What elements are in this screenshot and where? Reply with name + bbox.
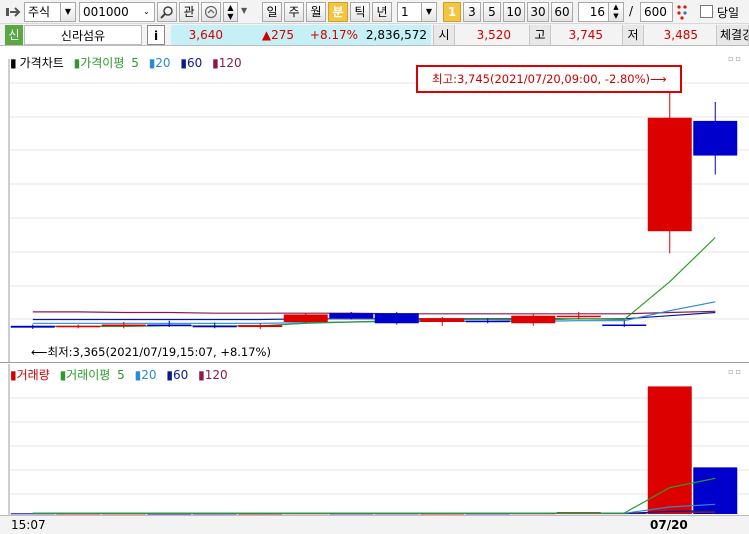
minute-1-button[interactable]: 1 bbox=[443, 2, 461, 22]
period-minute-button[interactable]: 분 bbox=[328, 2, 348, 22]
candle-body-0 bbox=[10, 325, 55, 328]
time-axis-start: 15:07 bbox=[11, 518, 46, 532]
same-day-label: 당일 bbox=[717, 6, 740, 20]
recent-stocks-button[interactable] bbox=[201, 2, 221, 22]
candle-body-15 bbox=[693, 120, 738, 156]
candle-body-6 bbox=[283, 314, 328, 322]
price-chart-canvas bbox=[8, 59, 749, 363]
prev-next-stepper[interactable]: ▲ ▼ bbox=[223, 2, 238, 22]
high-price: 3,745 bbox=[568, 28, 603, 42]
interval-select[interactable]: 1 ▼ bbox=[397, 2, 437, 22]
minute-3-button[interactable]: 3 bbox=[463, 2, 481, 22]
high-price-annotation: 최고:3,745(2021/07/20,09:00, -2.80%)⟶ bbox=[416, 65, 682, 93]
candle-body-14 bbox=[647, 117, 692, 232]
candle-body-10 bbox=[465, 320, 510, 323]
volume-ma5-line bbox=[32, 477, 716, 515]
volume-chart-canvas bbox=[8, 364, 749, 515]
current-price: 3,640 bbox=[171, 25, 251, 45]
view-count-value: 16 bbox=[589, 5, 605, 19]
minute-5-button[interactable]: 5 bbox=[483, 2, 501, 22]
down-arrow-icon[interactable]: ▼ bbox=[224, 12, 237, 21]
price-change: ▲275 bbox=[251, 25, 305, 45]
open-price: 3,520 bbox=[476, 28, 511, 42]
time-axis: 15:07 07/20 bbox=[0, 515, 749, 534]
total-count-input[interactable]: 600 bbox=[640, 2, 673, 22]
stock-code-input[interactable]: 001000 ⌄ bbox=[79, 2, 155, 22]
candle-body-8 bbox=[374, 313, 419, 324]
period-year-button[interactable]: 년 bbox=[372, 2, 392, 22]
time-axis-date: 07/20 bbox=[650, 518, 688, 532]
candle-body-9 bbox=[420, 318, 465, 322]
volume-ma20-line bbox=[32, 503, 716, 514]
volume-bar-14 bbox=[647, 386, 692, 514]
period-week-button[interactable]: 주 bbox=[284, 2, 304, 22]
gwan-button[interactable]: 관 bbox=[179, 2, 199, 22]
search-icon bbox=[160, 6, 173, 19]
chevron-down-icon[interactable]: ⌄ bbox=[139, 3, 154, 21]
low-price: 3,485 bbox=[663, 28, 698, 42]
minute-60-button[interactable]: 60 bbox=[551, 2, 573, 22]
market-select[interactable]: 주식 ▼ bbox=[24, 2, 76, 22]
market-select-value: 주식 bbox=[28, 5, 51, 19]
stock-name[interactable]: 신라섬유 bbox=[24, 25, 142, 45]
candle-body-11 bbox=[511, 315, 556, 324]
change-rate: +8.17% bbox=[305, 25, 363, 45]
period-tick-button[interactable]: 틱 bbox=[350, 2, 370, 22]
trade-volume: 2,836,572 bbox=[363, 25, 431, 45]
dropdown-arrow-icon[interactable]: ▼ bbox=[60, 3, 75, 21]
quote-bar: 신 신라섬유 i 3,640 ▲275 +8.17% 2,836,572 시 3… bbox=[0, 24, 749, 46]
open-label: 시 bbox=[433, 25, 455, 45]
interval-value: 1 bbox=[401, 5, 409, 19]
minute-30-button[interactable]: 30 bbox=[527, 2, 549, 22]
candle-body-3 bbox=[147, 324, 192, 327]
price-ma120-line bbox=[32, 310, 716, 315]
view-count-stepper[interactable]: 16 ▲ ▼ bbox=[578, 2, 624, 22]
low-label: 저 bbox=[622, 25, 644, 45]
price-chart-panel[interactable]: ▮ 가격차트 ▮가격이평 5 ▮20 ▮60 ▮120 ▫▫ 최고:3,745(2… bbox=[0, 47, 749, 363]
candle-body-7 bbox=[329, 313, 374, 319]
search-button[interactable] bbox=[157, 2, 177, 22]
same-day-checkbox[interactable] bbox=[700, 5, 713, 18]
candle-body-13 bbox=[602, 324, 647, 327]
low-price-annotation: ⟵최저:3,365(2021/07/19,15:07, +8.17%) bbox=[31, 345, 271, 359]
candle-body-2 bbox=[101, 324, 146, 327]
period-day-button[interactable]: 일 bbox=[262, 2, 282, 22]
period-month-button[interactable]: 월 bbox=[306, 2, 326, 22]
history-icon bbox=[204, 5, 218, 19]
stepper-arrows-icon[interactable]: ▲ ▼ bbox=[608, 3, 623, 21]
settings-dots-icon[interactable] bbox=[676, 4, 690, 20]
dropdown-arrow-icon[interactable]: ▼ bbox=[421, 3, 436, 21]
volume-bar-15 bbox=[693, 467, 738, 514]
stock-code-value: 001000 bbox=[83, 5, 129, 19]
credit-badge: 신 bbox=[5, 25, 23, 45]
candle-body-1 bbox=[56, 325, 101, 328]
candle-body-12 bbox=[556, 315, 601, 318]
small-dropdown-icon[interactable]: ▼ bbox=[241, 6, 247, 15]
volume-chart-panel[interactable]: ▮거래량 ▮거래이평 5 ▮20 ▮60 ▮120 ▫▫ bbox=[0, 364, 749, 515]
stock-info-button[interactable]: i bbox=[147, 25, 165, 45]
trade-strength-label: 체결강 bbox=[716, 25, 749, 45]
candle-body-5 bbox=[238, 325, 283, 328]
count-separator: / bbox=[629, 4, 634, 18]
high-label: 고 bbox=[529, 25, 551, 45]
chart-toolbar: 주식 ▼ 001000 ⌄ 관 ▲ ▼ ▼ 일 주 월 분 틱 년 1 ▼ 1 3… bbox=[0, 0, 749, 24]
up-arrow-icon[interactable]: ▲ bbox=[224, 3, 237, 12]
minute-10-button[interactable]: 10 bbox=[503, 2, 525, 22]
candle-body-4 bbox=[192, 325, 237, 328]
link-icon[interactable] bbox=[6, 5, 22, 19]
